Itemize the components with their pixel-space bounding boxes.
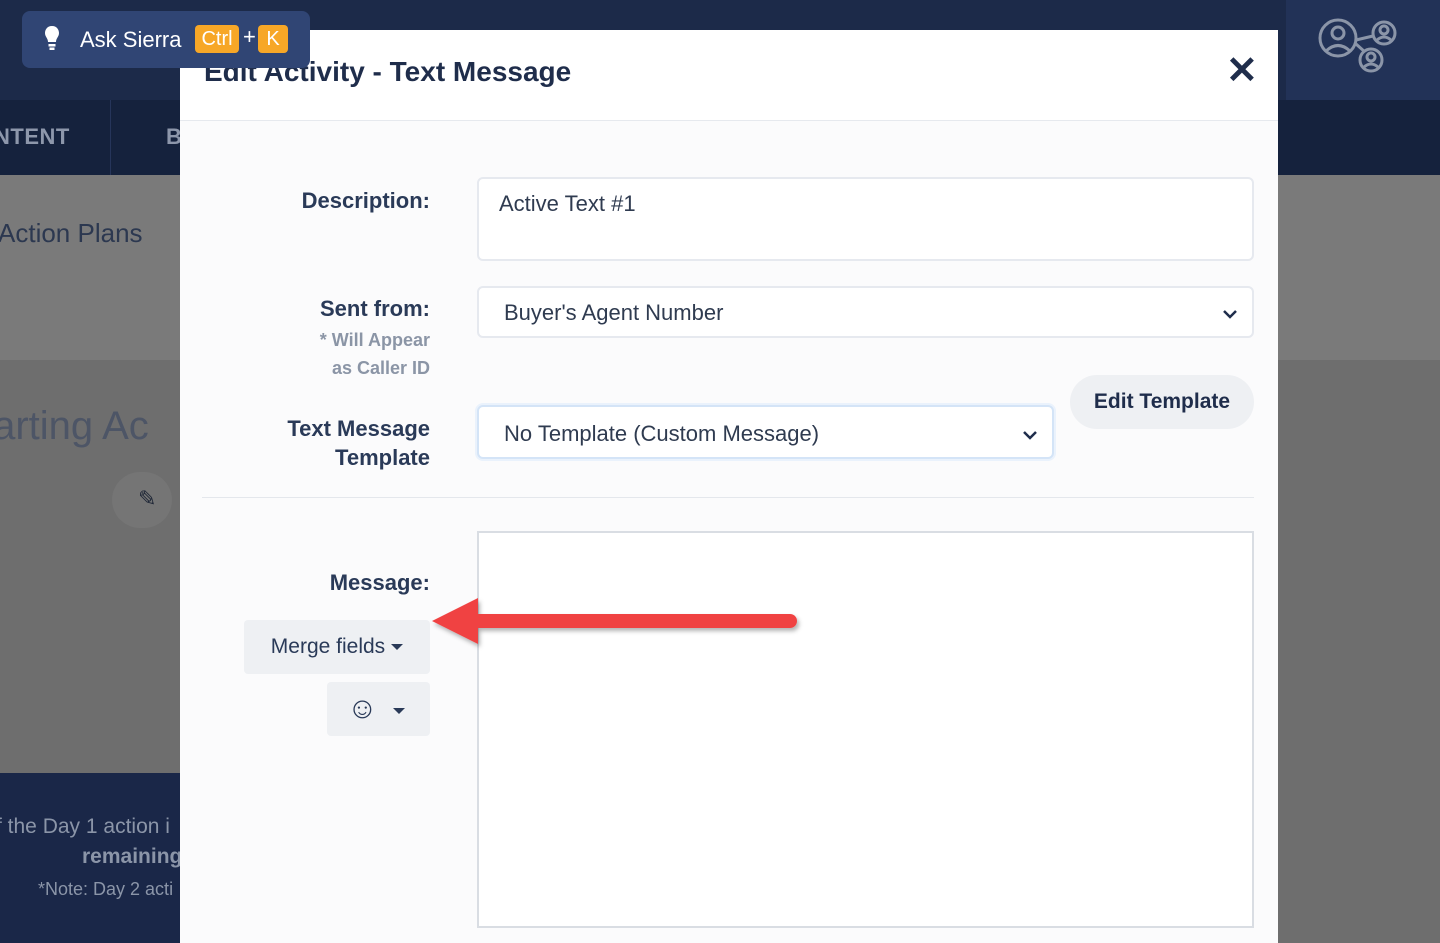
- edit-activity-modal: Edit Activity - Text Message ✕ Descripti…: [180, 30, 1278, 943]
- ask-sierra-button[interactable]: Ask Sierra Ctrl + K: [22, 11, 310, 68]
- caller-id-note: as Caller ID: [331, 358, 430, 378]
- modal-header: Edit Activity - Text Message ✕: [180, 30, 1278, 121]
- info-note: *Note: Day 2 acti: [38, 879, 174, 899]
- message-label: Message:: [329, 570, 430, 595]
- edit-button[interactable]: ✎: [112, 472, 172, 528]
- users-network-icon[interactable]: [1318, 18, 1400, 74]
- shortcut-plus: +: [243, 24, 256, 49]
- template-value: No Template (Custom Message): [504, 421, 820, 446]
- sent-from-select[interactable]: Buyer's Agent Number: [477, 286, 1254, 338]
- merge-fields-button[interactable]: Merge fields: [244, 620, 430, 674]
- message-textarea[interactable]: [477, 531, 1254, 928]
- nav-item-content[interactable]: NTENT: [0, 124, 70, 150]
- breadcrumb[interactable]: Action Plans: [0, 218, 143, 249]
- modal-body: Description: Active Text #1 Sent from: *…: [180, 121, 1278, 943]
- smiley-icon: ☺: [347, 692, 378, 725]
- info-line: f the Day 1 action i: [0, 815, 170, 838]
- sent-from-label: Sent from:: [320, 296, 430, 321]
- ask-sierra-label: Ask Sierra: [80, 27, 182, 52]
- nav-divider: [110, 100, 111, 175]
- template-select[interactable]: No Template (Custom Message): [477, 405, 1054, 459]
- section-divider: [202, 497, 1254, 498]
- description-label: Description:: [301, 188, 430, 213]
- close-icon[interactable]: ✕: [1226, 48, 1258, 93]
- shortcut-key-k: K: [258, 25, 288, 53]
- pencil-icon: ✎: [138, 486, 157, 511]
- caret-down-icon: [393, 708, 405, 714]
- template-label: Text Message: [287, 416, 430, 441]
- shortcut-key-ctrl: Ctrl: [195, 25, 239, 53]
- info-line: remaining: [82, 845, 183, 868]
- description-value: Active Text #1: [499, 191, 636, 216]
- caller-id-note: * Will Appear: [319, 330, 430, 350]
- sent-from-value: Buyer's Agent Number: [504, 300, 724, 325]
- edit-template-button[interactable]: Edit Template: [1070, 375, 1254, 429]
- chevron-down-icon: [1222, 300, 1238, 326]
- description-input[interactable]: Active Text #1: [477, 177, 1254, 261]
- page-title: tarting Ac: [0, 404, 149, 448]
- lightbulb-icon: [44, 25, 60, 58]
- chevron-down-icon: [1022, 421, 1038, 447]
- template-label: Template: [335, 445, 430, 470]
- caret-down-icon: [391, 644, 404, 651]
- merge-fields-label: Merge fields: [270, 635, 386, 658]
- emoji-picker-button[interactable]: ☺: [327, 682, 430, 736]
